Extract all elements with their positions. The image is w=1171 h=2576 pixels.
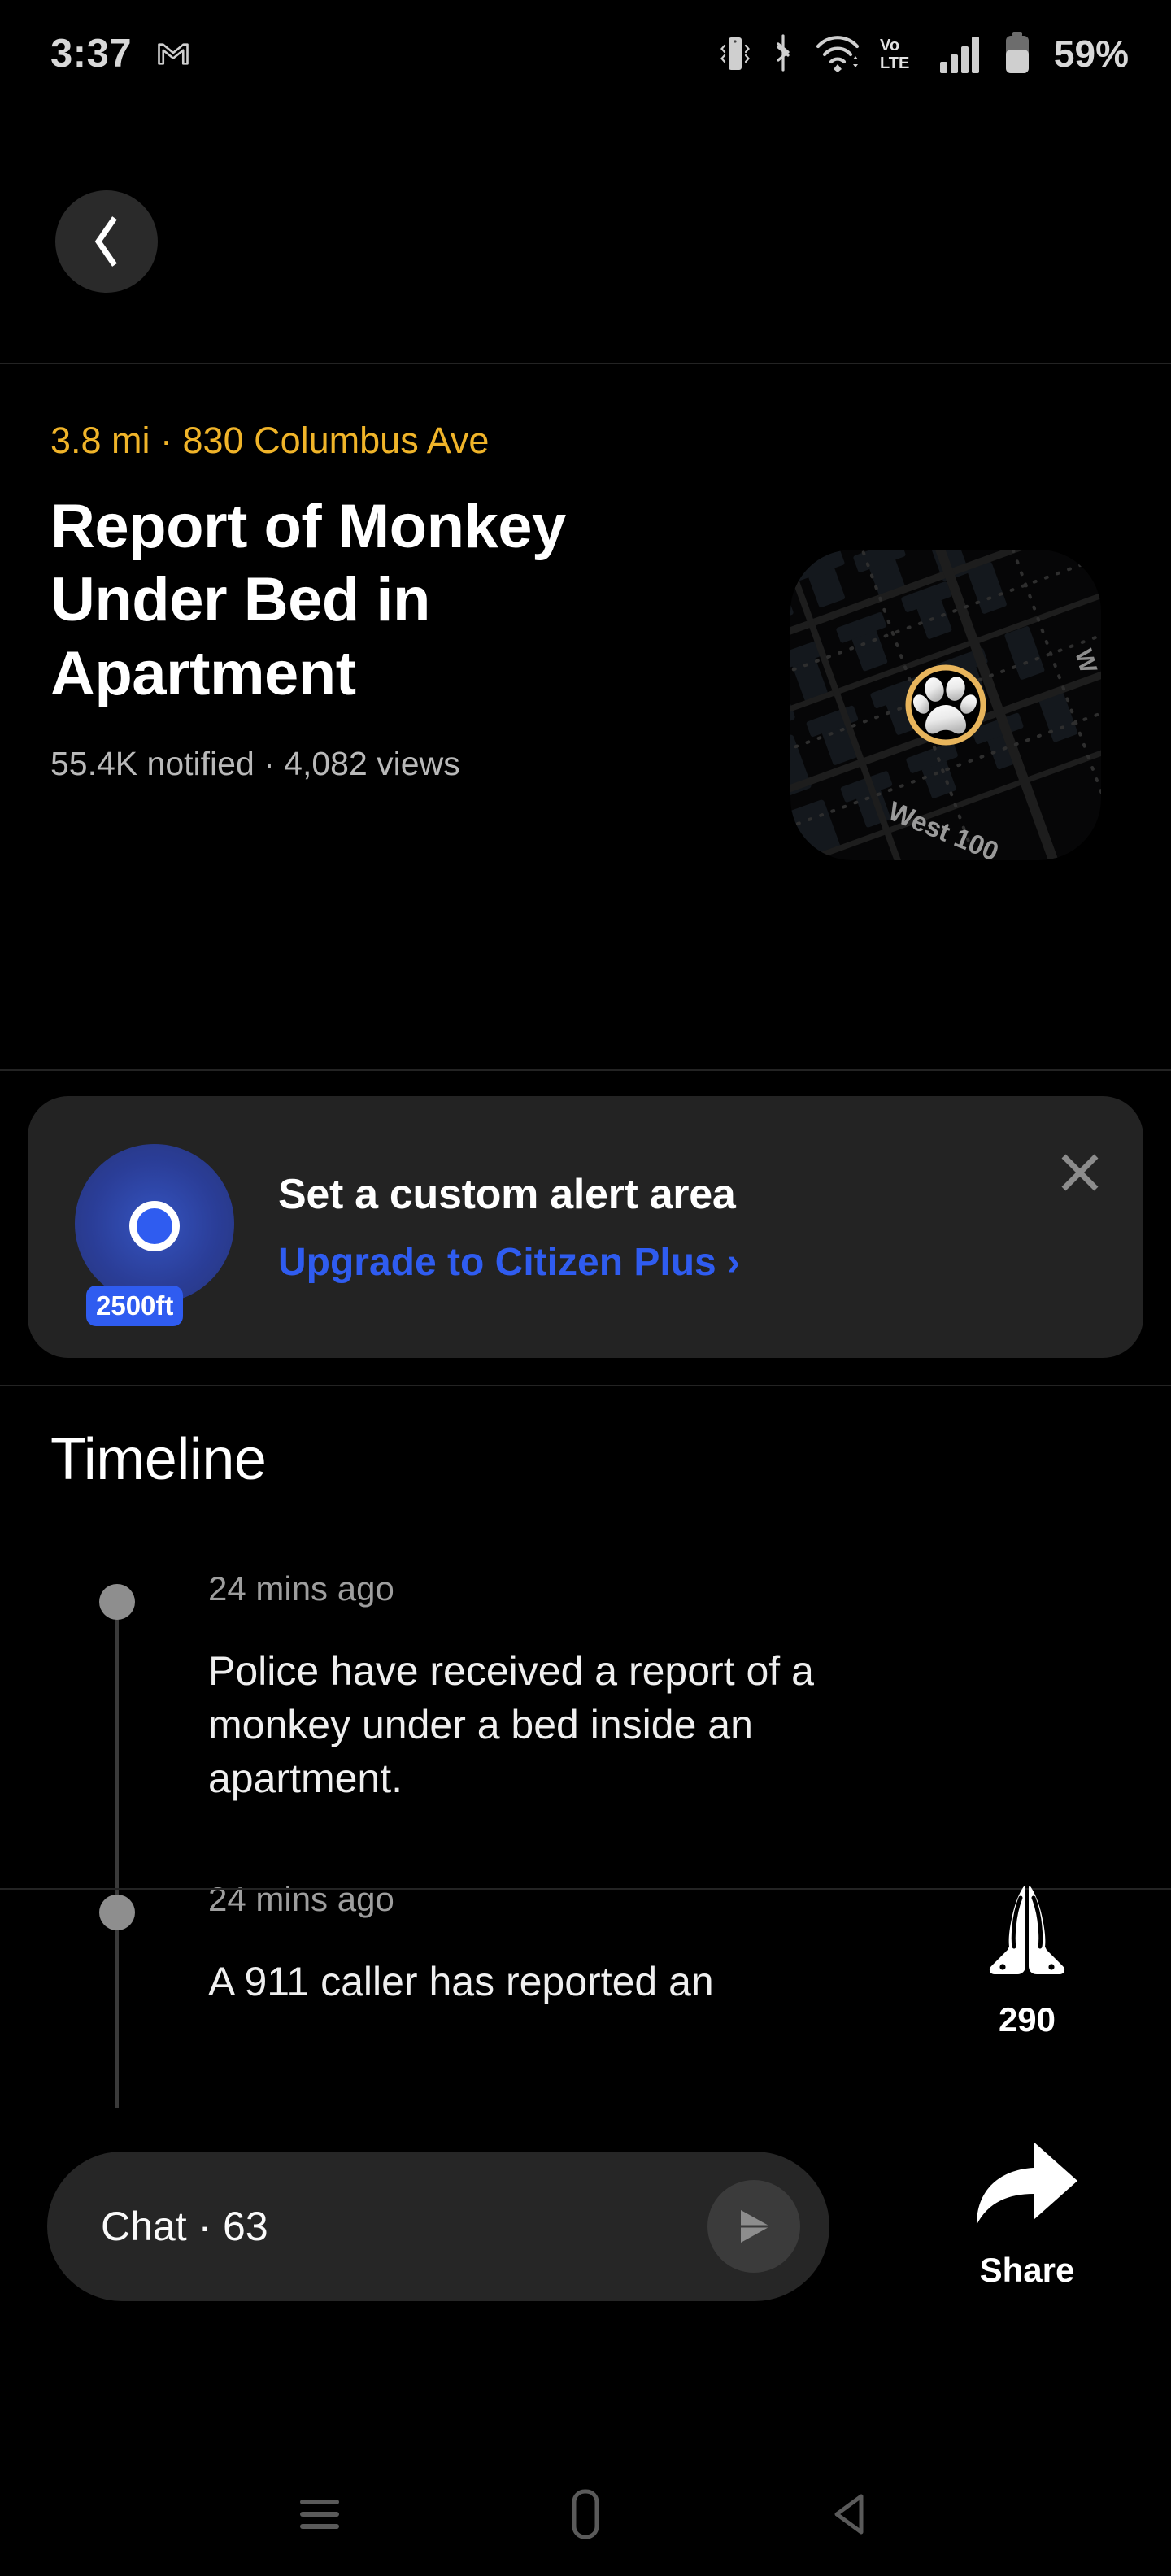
action-rail: 290 Share (934, 1878, 1121, 2290)
timeline-dot-icon (99, 1895, 135, 1930)
close-icon (1061, 1154, 1099, 1191)
alert-radius-preview: 2500ft (70, 1105, 237, 1349)
android-nav-bar (0, 2452, 1171, 2576)
battery-percent-label: 59% (1053, 33, 1129, 75)
recents-icon (300, 2500, 340, 2529)
home-icon (572, 2489, 599, 2539)
svg-text:LTE: LTE (880, 54, 909, 72)
status-bar-left: 3:37 (50, 31, 190, 76)
nav-home-button[interactable] (537, 2465, 634, 2563)
status-bar-clock: 3:37 (50, 32, 133, 76)
timeline-entry-text: A 911 caller has reported an (208, 1959, 714, 2004)
map-graphic: West 100 W (790, 550, 1101, 860)
app-screen: 3:37 Vo LTE 59% 3.8 mi · 830 Columbus Av… (0, 0, 1171, 2576)
timeline-dot-icon (99, 1584, 135, 1620)
pray-reaction-button[interactable]: 290 (975, 1878, 1079, 2039)
incident-address: 3.8 mi · 830 Columbus Ave (50, 420, 490, 461)
nav-back-button[interactable] (803, 2465, 900, 2563)
chevron-left-icon (94, 216, 117, 267)
chat-placeholder-label: Chat · 63 (101, 2204, 268, 2249)
back-button[interactable] (55, 190, 158, 293)
timeline-entry-time: 24 mins ago (208, 1569, 394, 1608)
share-button[interactable]: Share (970, 2134, 1084, 2290)
status-bar: 3:37 Vo LTE 59% (0, 0, 1171, 107)
cellular-signal-icon (939, 37, 979, 73)
timeline-heading: Timeline (50, 1427, 267, 1492)
alert-radius-badge: 2500ft (86, 1286, 184, 1326)
pray-count: 290 (998, 2000, 1056, 2039)
back-icon (834, 2494, 864, 2535)
vibrate-icon (720, 37, 750, 70)
incident-stats: 55.4K notified · 4,082 views (50, 745, 460, 783)
divider-promo (0, 1385, 1171, 1386)
incident-title: Report of Monkey Under Bed in Apartment (50, 492, 566, 708)
wifi-icon (816, 36, 860, 72)
share-label: Share (979, 2251, 1075, 2289)
alert-center-dot (129, 1201, 180, 1251)
share-arrow-icon (977, 2142, 1077, 2225)
send-button[interactable] (707, 2180, 800, 2273)
incident-map-thumbnail[interactable]: West 100 W (790, 550, 1101, 860)
chat-input-bar[interactable]: Chat · 63 (47, 2152, 829, 2301)
promo-title: Set a custom alert area (278, 1170, 736, 1218)
nav-recents-button[interactable] (271, 2465, 368, 2563)
back-button-wrapper (55, 190, 158, 293)
timeline-entry[interactable]: 24 mins ago Police have received a repor… (0, 1569, 1171, 1805)
volte-icon: Vo LTE (880, 37, 909, 72)
gmail-icon (158, 43, 189, 65)
custom-alert-area-banner[interactable]: 2500ft Set a custom alert area Upgrade t… (28, 1096, 1143, 1358)
divider-incident (0, 1069, 1171, 1071)
timeline-entry-text: Police have received a report of a monke… (208, 1648, 814, 1801)
send-icon (741, 2210, 770, 2243)
svg-text:Vo: Vo (880, 37, 899, 54)
bluetooth-icon (777, 34, 790, 72)
battery-icon (1005, 32, 1029, 73)
incident-text-block: 3.8 mi · 830 Columbus Ave Report of Monk… (50, 419, 774, 783)
upgrade-link[interactable]: Upgrade to Citizen Plus › (278, 1240, 740, 1285)
praying-hands-icon (989, 1886, 1065, 1974)
promo-body: Set a custom alert area Upgrade to Citiz… (278, 1170, 740, 1285)
status-bar-right: Vo LTE 59% (719, 31, 1129, 76)
promo-close-button[interactable] (1051, 1143, 1109, 1202)
